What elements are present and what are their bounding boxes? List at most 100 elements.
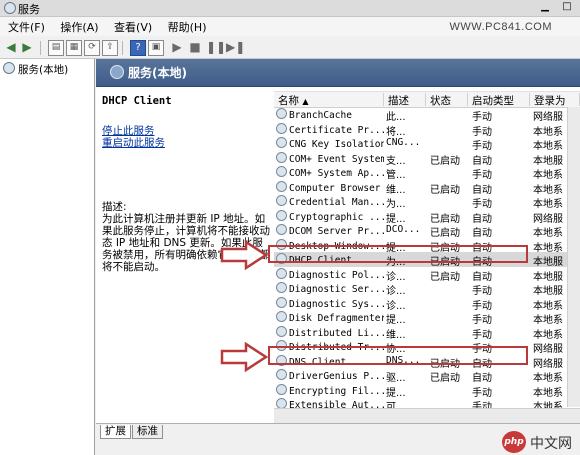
pane-header: 服务(本地) [96,59,580,87]
column-header-description[interactable]: 描述 [384,93,426,107]
title-bar: 服务 ▁ □ [0,0,580,17]
cell-name: COM+ System Ap... [276,166,384,179]
tab-standard[interactable]: 标准 [132,425,163,439]
cell-name: Diagnostic Sys... [276,296,384,310]
table-row[interactable]: Credential Man... 为... 手动 本地系 [274,194,580,210]
table-row[interactable]: DCOM Server Pr... DCO... 已启动 自动 本地系 [274,223,580,239]
cell-name: CNG Key Isolation [276,137,384,150]
cell-name: Diagnostic Pol... [276,267,384,281]
view-icon[interactable]: ▣ [148,40,164,56]
minimize-button[interactable]: ▁ [534,1,556,14]
site-watermark: WWW.PC841.COM [449,21,552,33]
service-gear-icon [276,137,287,148]
column-header-name[interactable]: 名称 ▲ [274,93,384,107]
service-gear-icon [276,209,287,221]
table-row[interactable]: Encrypting Fil... 提... 手动 本地系 [274,383,580,399]
cell-name: Encrypting Fil... [276,383,384,397]
service-name: Cryptographic ... [289,211,384,223]
cell-name: Distributed Li... [276,325,384,339]
table-row[interactable]: COM+ Event System 支... 已启动 自动 本地服 [274,151,580,167]
export-list-icon[interactable]: ⇪ [102,40,118,56]
table-row[interactable]: DriverGenius P... 驱... 已启动 自动 本地系 [274,368,580,384]
cell-name: DriverGenius P... [276,369,384,382]
description-label: 描述: [102,201,127,213]
stop-service-icon[interactable]: ■ [188,40,202,54]
toolbar-separator [122,41,123,55]
menu-view[interactable]: 查看(V) [108,17,158,35]
service-gear-icon [276,151,287,163]
cell-name: BranchCache [276,108,384,121]
service-name: BranchCache [289,110,352,121]
service-name: CNG Key Isolation [289,139,384,150]
pane-title: 服务(本地) [128,66,187,80]
php-logo-icon: php [502,431,526,453]
tree-item-label: 服务(本地) [18,64,69,76]
table-row[interactable]: Certificate Pr... 将... 手动 本地系 [274,122,580,138]
forward-arrow-icon[interactable]: ▶ [20,40,34,54]
table-row[interactable]: Diagnostic Sys... 诊... 手动 本地系 [274,296,580,312]
details-pane: 服务(本地) DHCP Client 停止此服务 重启动此服务 描述: 为此计算… [96,59,580,455]
column-header-logon-as[interactable]: 登录为 [530,93,580,107]
php-watermark: php 中文网 [502,431,576,453]
watermark-text: 中文网 [530,436,572,452]
horizontal-scrollbar[interactable] [274,408,580,423]
service-name: Encrypting Fil... [289,385,384,397]
services-icon [110,65,124,79]
cell-name: COM+ Event System [276,151,384,165]
properties-icon[interactable]: ▦ [66,40,82,56]
service-name: Diagnostic Ser... [289,284,384,295]
service-gear-icon [276,369,287,380]
cell-desc: DCO... [386,224,421,235]
service-gear-icon [276,224,287,235]
menu-action[interactable]: 操作(A) [54,17,104,35]
service-gear-icon [276,267,287,279]
selected-service-name: DHCP Client [102,95,172,107]
back-arrow-icon[interactable]: ◀ [4,40,18,54]
cell-name: DCOM Server Pr... [276,224,384,237]
table-row[interactable]: Cryptographic ... 提... 已启动 自动 网络服 [274,209,580,225]
service-gear-icon [276,383,287,395]
restart-service-link[interactable]: 重启动此服务 [102,135,165,150]
column-header-startup-type[interactable]: 启动类型 [468,93,530,107]
tree-item-services-local[interactable]: 服务(本地) [3,62,68,77]
table-row[interactable]: Disk Defragmenter 提... 手动 本地系 [274,310,580,326]
service-name: Diagnostic Sys... [289,298,384,310]
menu-file[interactable]: 文件(F) [2,17,51,35]
service-name: Credential Man... [289,197,384,208]
table-row[interactable]: Diagnostic Ser... 诊... 手动 本地服 [274,281,580,297]
service-gear-icon [276,122,287,134]
tab-extended[interactable]: 扩展 [100,425,131,439]
help-icon[interactable]: ? [130,40,146,56]
menu-bar: 文件(F) 操作(A) 查看(V) 帮助(H) WWW.PC841.COM [0,17,580,36]
cell-name: Cryptographic ... [276,209,384,223]
service-gear-icon [276,195,287,206]
table-row[interactable]: Computer Browser 维... 已启动 自动 本地系 [274,180,580,196]
service-name: COM+ Event System [289,153,384,165]
service-name: Distributed Li... [289,327,384,339]
service-name: DriverGenius P... [289,371,384,382]
service-gear-icon [276,296,287,308]
maximize-button[interactable]: □ [556,1,578,14]
table-row[interactable]: CNG Key Isolation CNG... 手动 本地系 [274,136,580,152]
table-row[interactable]: Diagnostic Pol... 诊... 已启动 自动 本地服 [274,267,580,283]
table-row[interactable]: BranchCache 此... 手动 网络服 [274,107,580,123]
start-service-icon[interactable]: ▶ [170,40,184,54]
table-row[interactable]: Distributed Li... 维... 手动 本地系 [274,325,580,341]
show-hide-tree-icon[interactable]: ▤ [48,40,64,56]
window-title: 服务 [18,3,40,16]
service-name: DCOM Server Pr... [289,226,384,237]
service-gear-icon [276,282,287,293]
service-gear-icon [276,311,287,322]
services-icon [4,2,16,14]
toolbar: ◀ ▶ ▤ ▦ ⟳ ⇪ ? ▣ ▶ ■ ❚❚ ▶❚ [0,37,580,59]
vertical-scrollbar[interactable] [567,107,580,407]
restart-service-icon[interactable]: ▶❚ [226,40,245,54]
refresh-icon[interactable]: ⟳ [84,40,100,56]
pointer-arrow-icon [220,240,269,270]
table-row[interactable]: COM+ System Ap... 管... 手动 本地系 [274,165,580,181]
column-header-status[interactable]: 状态 [426,93,468,107]
pause-service-icon[interactable]: ❚❚ [206,40,226,54]
console-tree: 服务(本地) [0,59,95,455]
service-name: Certificate Pr... [289,124,384,136]
menu-help[interactable]: 帮助(H) [162,17,213,35]
